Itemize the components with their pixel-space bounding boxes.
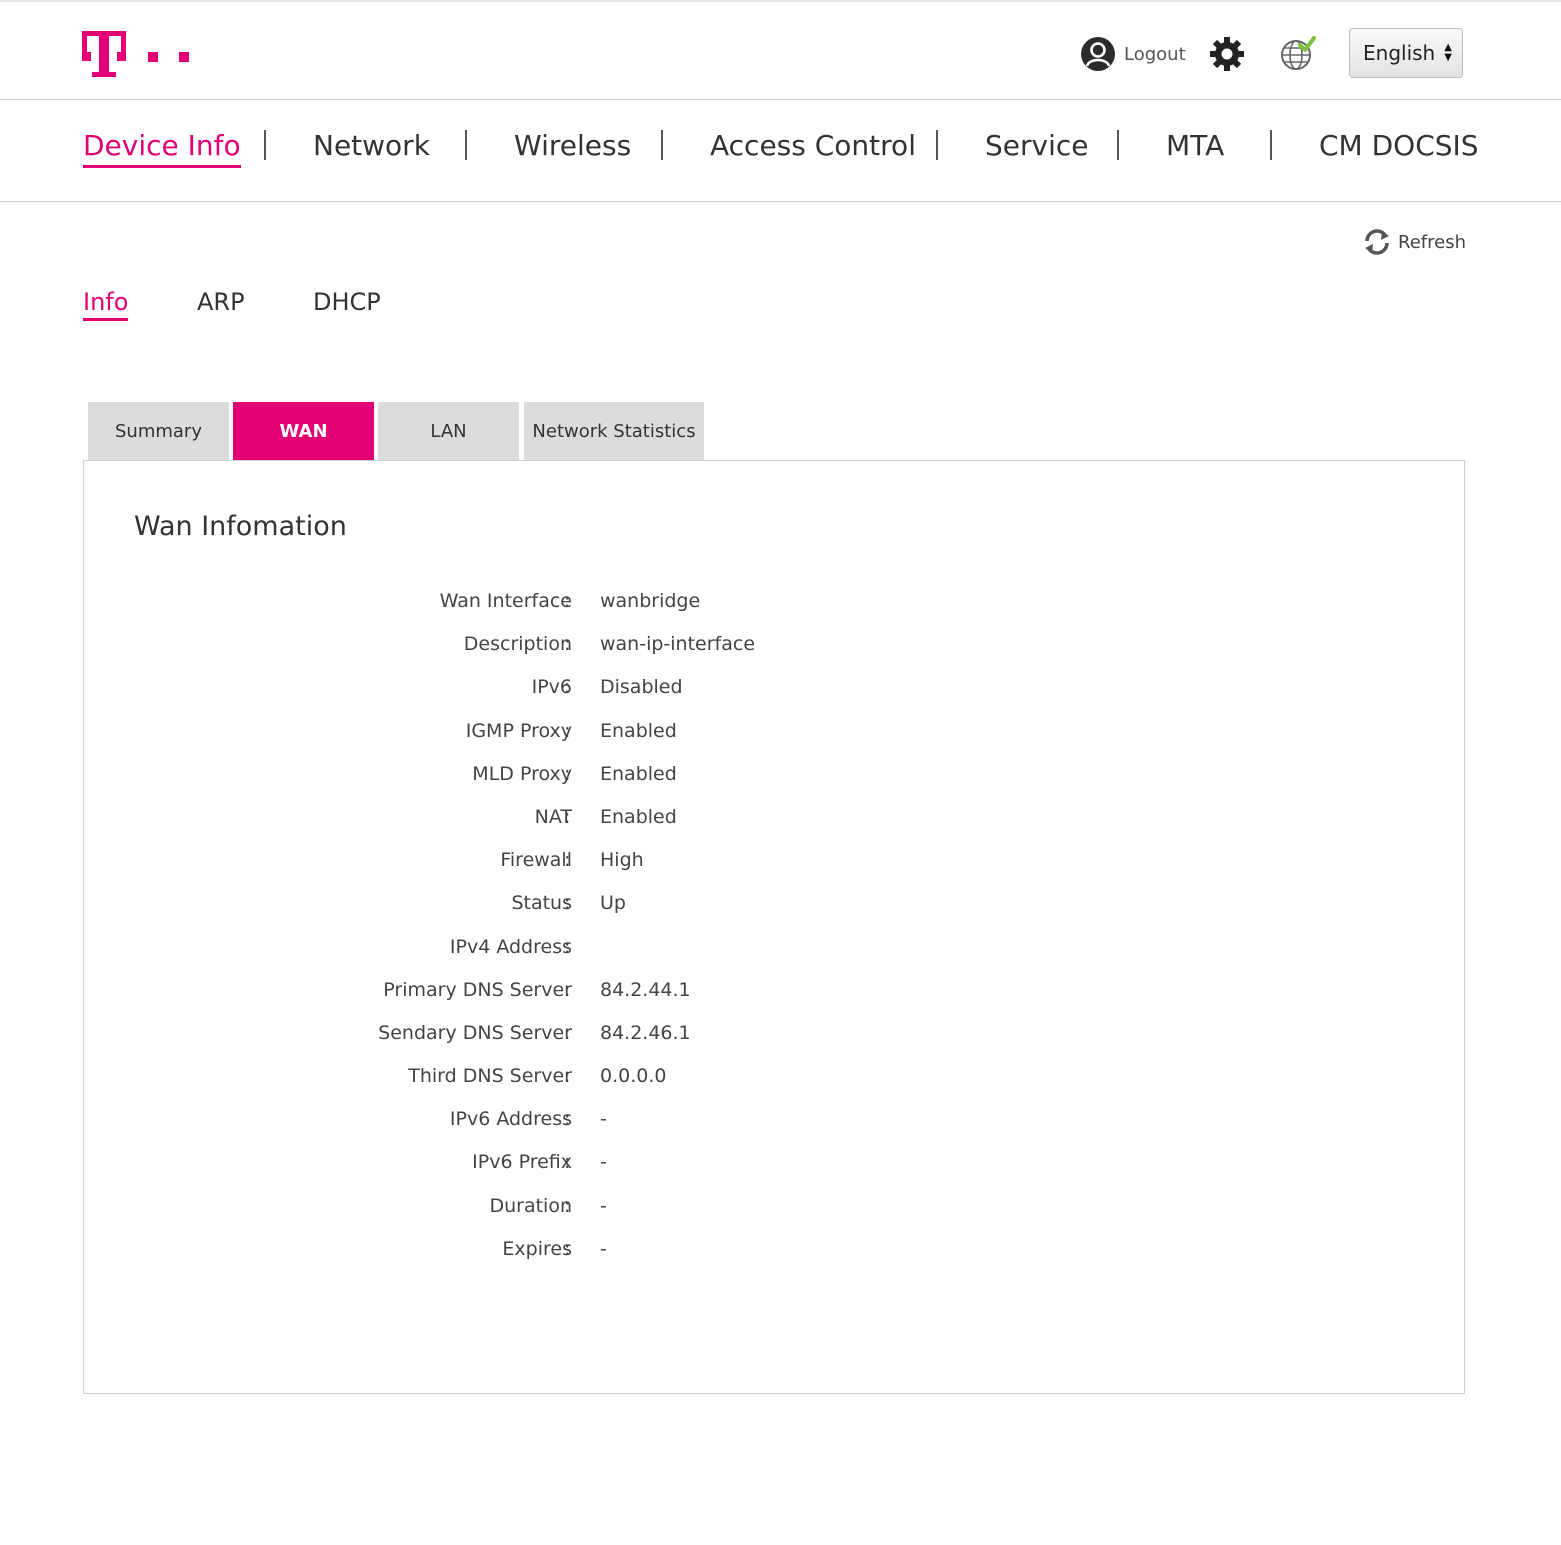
wan-info-value: High <box>600 849 644 872</box>
select-arrows-icon: ▲ ▼ <box>1444 42 1452 63</box>
wan-info-row: IPv4 Address: <box>84 930 1464 973</box>
top-header: Logout English ▲ ▼ <box>0 0 1561 100</box>
nav-divider <box>936 130 938 160</box>
wan-info-value: Enabled <box>600 719 677 742</box>
wan-info-value: 84.2.46.1 <box>600 1021 691 1044</box>
wan-info-row: MLD Proxy: Enabled <box>84 757 1464 800</box>
wan-info-row: NAT: Enabled <box>84 800 1464 843</box>
wan-info-separator: : <box>564 676 571 699</box>
user-avatar-icon <box>1081 37 1115 71</box>
wan-info-separator: : <box>564 1237 571 1260</box>
wan-info-value: - <box>600 1194 607 1217</box>
wan-info-separator: : <box>564 633 571 656</box>
wan-info-row: IPv6: Disabled <box>84 670 1464 713</box>
nav-access-control[interactable]: Access Control <box>710 129 916 162</box>
subnav-dhcp[interactable]: DHCP <box>313 288 381 316</box>
wan-info-value: Up <box>600 892 626 915</box>
wan-info-separator: : <box>564 1021 571 1044</box>
wan-info-row: Duration: - <box>84 1189 1464 1232</box>
wan-info-separator: : <box>564 1194 571 1217</box>
wan-info-separator: : <box>564 1065 571 1088</box>
wan-info-label: IPv6 Address <box>449 1108 572 1131</box>
wan-info-value: - <box>600 1237 607 1260</box>
wan-info-label: Description <box>463 633 572 656</box>
language-selected-value: English <box>1363 41 1436 65</box>
wan-info-separator: : <box>564 1108 571 1131</box>
wan-info-row: IPv6 Address: - <box>84 1102 1464 1145</box>
wan-info-label: Expires <box>502 1237 572 1260</box>
wan-info-panel: Wan Infomation Wan Interface: wanbridge De… <box>83 460 1465 1394</box>
wan-info-row: Third DNS Server: 0.0.0.0 <box>84 1059 1464 1102</box>
nav-service[interactable]: Service <box>985 129 1088 162</box>
wan-info-separator: : <box>564 762 571 785</box>
language-select[interactable]: English ▲ ▼ <box>1349 28 1463 78</box>
wan-info-row: Firewall: High <box>84 843 1464 886</box>
tab-summary[interactable]: Summary <box>88 402 229 460</box>
refresh-icon <box>1365 229 1389 255</box>
wan-info-label: Duration <box>489 1194 572 1217</box>
subnav-info[interactable]: Info <box>83 288 129 321</box>
panel-title: Wan Infomation <box>134 511 347 542</box>
wan-info-label: IPv6 Prefix <box>472 1151 572 1174</box>
wan-info-value: Enabled <box>600 762 677 785</box>
wan-info-label: Third DNS Server <box>408 1065 572 1088</box>
wan-info-row: Wan Interface: wanbridge <box>84 584 1464 627</box>
wan-info-label: Status <box>511 892 572 915</box>
wan-info-row: IPv6 Prefix: - <box>84 1145 1464 1188</box>
wan-info-separator: : <box>564 1151 571 1174</box>
telekom-logo[interactable] <box>82 28 202 80</box>
tab-network-statistics[interactable]: Network Statistics <box>524 402 704 460</box>
nav-wireless[interactable]: Wireless <box>514 129 631 162</box>
wan-info-separator: : <box>564 892 571 915</box>
nav-cm-docsis[interactable]: CM DOCSIS <box>1319 129 1479 162</box>
main-navigation: Device Info Network Wireless Access Cont… <box>0 101 1561 202</box>
wan-info-value: 84.2.44.1 <box>600 978 691 1001</box>
wan-info-value: - <box>600 1151 607 1174</box>
nav-divider <box>264 130 266 160</box>
wan-info-label: Firewall <box>500 849 572 872</box>
wan-info-value: wan-ip-interface <box>600 633 756 656</box>
wan-info-row: IGMP Proxy: Enabled <box>84 714 1464 757</box>
logout-label: Logout <box>1124 43 1186 65</box>
wan-info-value: 0.0.0.0 <box>600 1065 667 1088</box>
gear-icon[interactable] <box>1208 35 1246 73</box>
logout-button[interactable]: Logout <box>1080 34 1186 74</box>
wan-info-row: Description: wan-ip-interface <box>84 627 1464 670</box>
nav-device-info[interactable]: Device Info <box>83 129 241 168</box>
nav-divider <box>661 130 663 160</box>
wan-info-label: IPv4 Address <box>449 935 572 958</box>
nav-network[interactable]: Network <box>313 129 430 162</box>
wan-info-label: IGMP Proxy <box>465 719 572 742</box>
nav-divider <box>1117 130 1119 160</box>
nav-divider <box>465 130 467 160</box>
tab-wan[interactable]: WAN <box>233 402 374 460</box>
wan-info-separator: : <box>564 849 571 872</box>
wan-info-value: wanbridge <box>600 590 701 612</box>
nav-mta[interactable]: MTA <box>1166 129 1224 162</box>
tab-lan[interactable]: LAN <box>378 402 519 460</box>
wan-info-label: Wan Interface <box>439 590 572 612</box>
router-admin-page: Logout English ▲ ▼ Device Info Network W… <box>0 0 1561 1545</box>
wan-info-value: Enabled <box>600 805 677 828</box>
refresh-button[interactable]: Refresh <box>1362 228 1466 256</box>
wan-info-row: Expires: - <box>84 1232 1464 1275</box>
wan-info-row: Primary DNS Server: 84.2.44.1 <box>84 973 1464 1016</box>
subnav-arp[interactable]: ARP <box>197 288 245 316</box>
wan-info-list: Wan Interface: wanbridge Description: wan-i… <box>84 584 1464 1275</box>
wan-info-value: - <box>600 1108 607 1131</box>
wan-info-separator: : <box>564 719 571 742</box>
wan-info-separator: : <box>564 805 571 828</box>
wan-info-separator: : <box>564 978 571 1001</box>
wan-info-separator: : <box>564 935 571 958</box>
wan-info-label: Sendary DNS Server <box>378 1021 572 1044</box>
wan-info-label: Primary DNS Server <box>383 978 572 1001</box>
globe-check-icon[interactable] <box>1278 35 1316 73</box>
wan-info-row: Sendary DNS Server: 84.2.46.1 <box>84 1016 1464 1059</box>
nav-divider <box>1270 130 1272 160</box>
wan-info-row: Status: Up <box>84 886 1464 929</box>
wan-info-label: MLD Proxy <box>472 762 572 785</box>
wan-info-separator: : <box>564 590 571 612</box>
wan-info-value: Disabled <box>600 676 683 699</box>
refresh-label: Refresh <box>1398 231 1466 253</box>
